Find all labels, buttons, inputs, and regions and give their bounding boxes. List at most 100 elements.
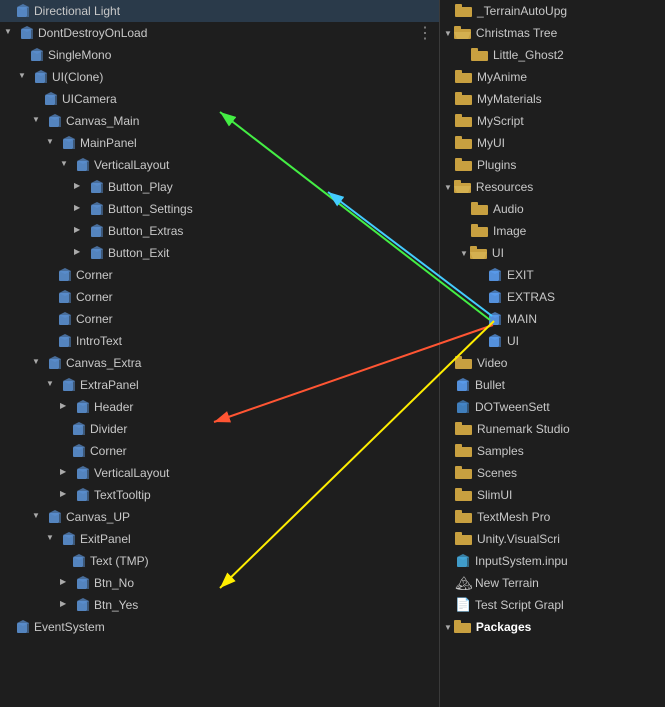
plugin-icon xyxy=(455,553,471,569)
project-item-input-system[interactable]: InputSystem.inpu xyxy=(440,550,665,572)
project-item-video[interactable]: Video xyxy=(440,352,665,374)
expand-arrow[interactable]: ▶ xyxy=(74,181,86,193)
project-item-label: Little_Ghost2 xyxy=(493,48,564,62)
hierarchy-item-corner-4[interactable]: Corner xyxy=(0,440,439,462)
project-item-plugins[interactable]: Plugins xyxy=(440,154,665,176)
expand-arrow[interactable]: ▶ xyxy=(74,203,86,215)
project-item-my-script[interactable]: MyScript xyxy=(440,110,665,132)
collapse-arrow[interactable]: ▼ xyxy=(4,27,16,39)
project-item-main-item[interactable]: MAIN xyxy=(440,308,665,330)
hierarchy-item-btn-no[interactable]: ▶ Btn_No xyxy=(0,572,439,594)
hierarchy-item-main-panel[interactable]: ▼ MainPanel xyxy=(0,132,439,154)
hierarchy-item-corner-1[interactable]: Corner xyxy=(0,264,439,286)
project-item-packages[interactable]: ▼ Packages xyxy=(440,616,665,638)
hierarchy-item-header[interactable]: ▶ Header xyxy=(0,396,439,418)
hierarchy-item-text-tmp[interactable]: Text (TMP) xyxy=(0,550,439,572)
context-menu-button[interactable]: ⋮ xyxy=(417,23,433,43)
project-item-extras-item[interactable]: EXTRAS xyxy=(440,286,665,308)
collapse-arrow[interactable]: ▼ xyxy=(46,533,58,545)
project-item-slim-ui[interactable]: SlimUI xyxy=(440,484,665,506)
expand-arrow[interactable]: ▶ xyxy=(60,489,72,501)
item-label: Corner xyxy=(76,312,113,326)
hierarchy-item-divider[interactable]: Divider xyxy=(0,418,439,440)
item-label: Divider xyxy=(90,422,127,436)
hierarchy-item-intro-text[interactable]: IntroText xyxy=(0,330,439,352)
project-item-test-script[interactable]: 📄 Test Script Grapl xyxy=(440,594,665,616)
hierarchy-item-vertical-layout[interactable]: ▼ VerticalLayout xyxy=(0,154,439,176)
folder-icon xyxy=(455,114,473,128)
hierarchy-item-dont-destroy[interactable]: ▼ DontDestroyOnLoad ⋮ xyxy=(0,22,439,44)
hierarchy-item-button-exit[interactable]: ▶ Button_Exit xyxy=(0,242,439,264)
project-item-visual-script[interactable]: Unity.VisualScri xyxy=(440,528,665,550)
project-item-my-ui[interactable]: MyUI xyxy=(440,132,665,154)
expand-arrow[interactable]: ▶ xyxy=(60,401,72,413)
hierarchy-item-corner-2[interactable]: Corner xyxy=(0,286,439,308)
item-label: Corner xyxy=(76,268,113,282)
hierarchy-item-event-system[interactable]: EventSystem xyxy=(0,616,439,638)
collapse-arrow[interactable]: ▼ xyxy=(32,511,44,523)
project-item-label: New Terrain xyxy=(475,576,539,590)
collapse-arrow[interactable]: ▼ xyxy=(444,183,452,192)
hierarchy-item-text-tooltip[interactable]: ▶ TextTooltip xyxy=(0,484,439,506)
hierarchy-item-canvas-extra[interactable]: ▼ Canvas_Extra xyxy=(0,352,439,374)
project-item-ui-item[interactable]: UI xyxy=(440,330,665,352)
hierarchy-item-vertical-layout2[interactable]: ▶ VerticalLayout xyxy=(0,462,439,484)
hierarchy-item-single-mono[interactable]: SingleMono xyxy=(0,44,439,66)
collapse-arrow[interactable]: ▼ xyxy=(32,357,44,369)
project-item-dotween[interactable]: DOTweenSett xyxy=(440,396,665,418)
project-item-runemark[interactable]: Runemark Studio xyxy=(440,418,665,440)
expand-arrow[interactable]: ▶ xyxy=(60,599,72,611)
project-item-my-materials[interactable]: MyMaterials xyxy=(440,88,665,110)
project-item-samples[interactable]: Samples xyxy=(440,440,665,462)
expand-arrow[interactable]: ▶ xyxy=(74,247,86,259)
cube-icon xyxy=(89,245,105,261)
collapse-arrow[interactable]: ▼ xyxy=(32,115,44,127)
project-item-label: MyUI xyxy=(477,136,505,150)
collapse-arrow[interactable]: ▼ xyxy=(444,623,452,632)
hierarchy-item-extra-panel[interactable]: ▼ ExtraPanel xyxy=(0,374,439,396)
collapse-arrow[interactable]: ▼ xyxy=(46,137,58,149)
project-item-christmas-tree[interactable]: ▼ Christmas Tree xyxy=(440,22,665,44)
expand-arrow[interactable]: ▶ xyxy=(74,225,86,237)
hierarchy-item-canvas-main[interactable]: ▼ Canvas_Main xyxy=(0,110,439,132)
project-item-my-anime[interactable]: MyAnime xyxy=(440,66,665,88)
cube-icon xyxy=(33,69,49,85)
project-item-terrain-auto[interactable]: _TerrainAutoUpg xyxy=(440,0,665,22)
folder-icon xyxy=(455,356,473,370)
hierarchy-item-exit-panel[interactable]: ▼ ExitPanel xyxy=(0,528,439,550)
project-item-little-ghost[interactable]: Little_Ghost2 xyxy=(440,44,665,66)
collapse-arrow[interactable]: ▼ xyxy=(460,249,468,258)
item-label: Header xyxy=(94,400,133,414)
project-item-textmesh[interactable]: TextMesh Pro xyxy=(440,506,665,528)
project-item-resources[interactable]: ▼ Resources xyxy=(440,176,665,198)
hierarchy-item-ui-camera[interactable]: UICamera xyxy=(0,88,439,110)
collapse-arrow[interactable]: ▼ xyxy=(444,29,452,38)
project-item-bullet[interactable]: Bullet xyxy=(440,374,665,396)
hierarchy-item-ui-clone[interactable]: ▼ UI(Clone) xyxy=(0,66,439,88)
cube-icon xyxy=(89,201,105,217)
cube-icon xyxy=(47,509,63,525)
project-item-image[interactable]: Image xyxy=(440,220,665,242)
project-item-exit-item[interactable]: EXIT xyxy=(440,264,665,286)
hierarchy-item-directional-light[interactable]: Directional Light xyxy=(0,0,439,22)
folder-icon xyxy=(455,70,473,84)
collapse-arrow[interactable]: ▼ xyxy=(46,379,58,391)
hierarchy-item-canvas-up[interactable]: ▼ Canvas_UP xyxy=(0,506,439,528)
hierarchy-item-btn-yes[interactable]: ▶ Btn_Yes xyxy=(0,594,439,616)
cube-icon xyxy=(75,487,91,503)
collapse-arrow[interactable]: ▼ xyxy=(60,159,72,171)
project-item-scenes[interactable]: Scenes xyxy=(440,462,665,484)
hierarchy-item-corner-3[interactable]: Corner xyxy=(0,308,439,330)
project-item-new-terrain[interactable]: 🏔 New Terrain xyxy=(440,572,665,594)
hierarchy-item-button-extras[interactable]: ▶ Button_Extras xyxy=(0,220,439,242)
hierarchy-item-button-settings[interactable]: ▶ Button_Settings xyxy=(0,198,439,220)
collapse-arrow[interactable]: ▼ xyxy=(18,71,30,83)
project-item-ui-folder[interactable]: ▼ UI xyxy=(440,242,665,264)
expand-arrow[interactable]: ▶ xyxy=(60,467,72,479)
expand-arrow[interactable]: ▶ xyxy=(60,577,72,589)
hierarchy-item-button-play[interactable]: ▶ Button_Play xyxy=(0,176,439,198)
project-item-audio[interactable]: Audio xyxy=(440,198,665,220)
item-label: Text (TMP) xyxy=(90,554,149,568)
project-item-label: Image xyxy=(493,224,526,238)
item-label: Btn_No xyxy=(94,576,134,590)
